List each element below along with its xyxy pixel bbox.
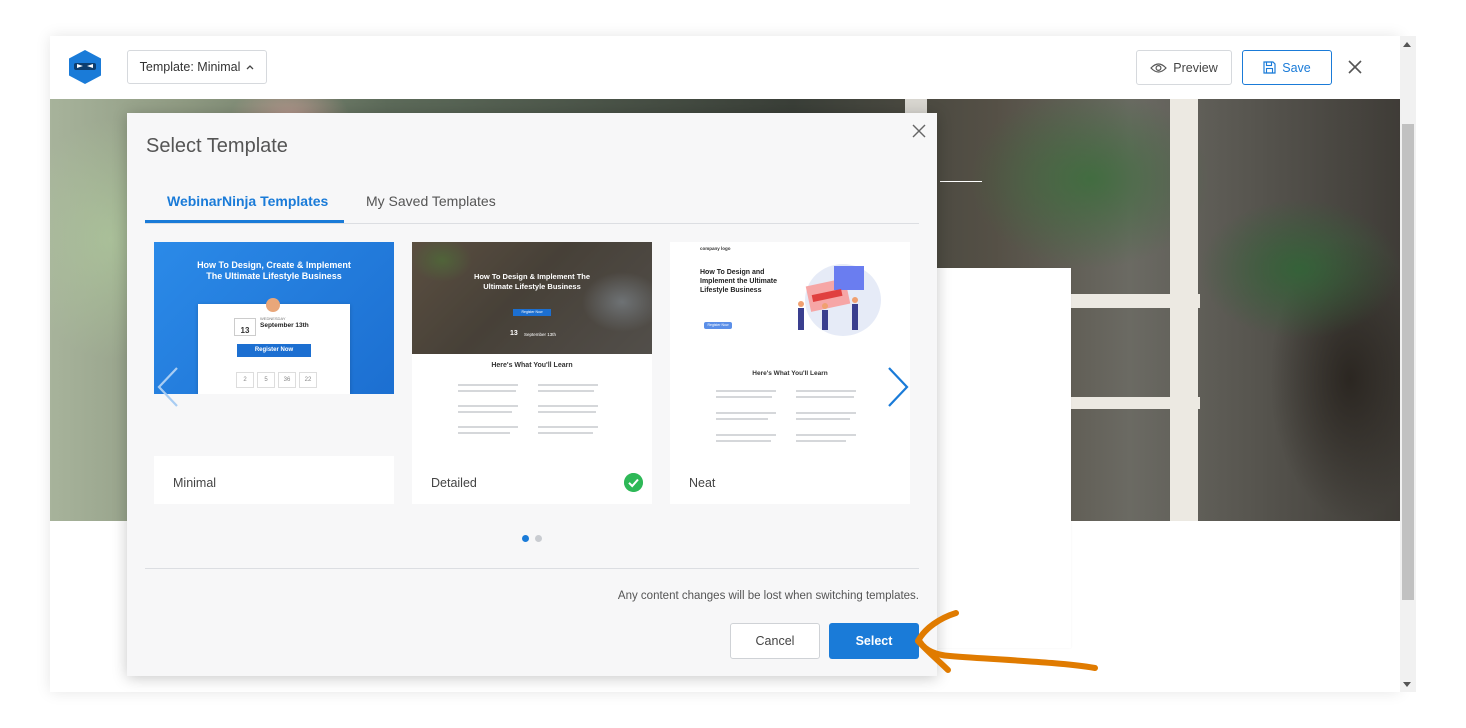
template-card-neat[interactable]: company logo How To Design and Implement… xyxy=(670,242,910,504)
chevron-right-icon[interactable] xyxy=(885,366,911,408)
preview-text-line xyxy=(716,418,768,420)
preview-text-line xyxy=(716,390,776,392)
preview-overlay xyxy=(412,242,652,354)
chevron-left-icon[interactable] xyxy=(155,366,181,408)
preview-section-title: Here's What You'll Learn xyxy=(491,362,573,369)
preview-day: 13 xyxy=(510,330,518,337)
pagination-dot[interactable] xyxy=(535,535,542,542)
preview-text-line xyxy=(716,440,771,442)
template-name: Neat xyxy=(689,476,716,490)
modal-title: Select Template xyxy=(146,135,288,157)
preview-text-line xyxy=(458,390,516,392)
illustration-icon xyxy=(798,264,881,336)
preview-text-line xyxy=(796,440,846,442)
countdown-cell: 36 xyxy=(278,372,296,388)
preview-text-line xyxy=(458,432,510,434)
active-tab-indicator xyxy=(145,220,344,223)
footer-divider xyxy=(145,568,919,569)
scroll-down-arrow-icon[interactable] xyxy=(1403,682,1411,687)
preview-text-line xyxy=(716,434,776,436)
eye-icon xyxy=(1150,62,1168,73)
countdown-cell: 5 xyxy=(257,372,275,388)
save-button[interactable]: Save xyxy=(1242,50,1332,85)
editor-toolbar: Template: Minimal Preview Save xyxy=(50,36,1400,99)
preview-logo: company logo xyxy=(700,246,731,251)
scroll-up-arrow-icon[interactable] xyxy=(1403,42,1411,47)
preview-headline: How To Design & Implement The Ultimate L… xyxy=(473,272,591,291)
preview-text-line xyxy=(538,411,596,413)
preview-text-line xyxy=(538,432,593,434)
preview-button[interactable]: Preview xyxy=(1136,50,1232,85)
preview-label: Preview xyxy=(1173,60,1218,75)
preview-headline: How To Design and Implement the Ultimate… xyxy=(700,269,778,294)
preview-register-button: Register Now xyxy=(704,322,732,329)
chevron-up-icon xyxy=(246,65,254,70)
preview-text-line xyxy=(716,396,772,398)
tab-my-saved-templates[interactable]: My Saved Templates xyxy=(366,193,496,209)
pagination-dot-active[interactable] xyxy=(522,535,529,542)
shelf-board xyxy=(1050,397,1200,409)
floppy-disk-icon xyxy=(1263,61,1276,74)
template-name: Minimal xyxy=(173,476,217,490)
preview-countdown: 2 5 36 22 xyxy=(236,372,317,388)
shelf-board xyxy=(1050,294,1200,308)
template-name: Detailed xyxy=(431,476,477,490)
preview-text-line xyxy=(716,412,776,414)
preview-text-line xyxy=(538,390,594,392)
decorative-line xyxy=(940,181,982,182)
preview-day: 13 xyxy=(234,318,256,336)
preview-register-button: Register Now xyxy=(237,344,311,357)
preview-text-line xyxy=(538,384,598,386)
template-preview-minimal: How To Design, Create & Implement The Ul… xyxy=(154,242,394,456)
template-preview-neat: company logo How To Design and Implement… xyxy=(670,242,910,456)
countdown-cell: 2 xyxy=(236,372,254,388)
preview-text-line xyxy=(538,426,598,428)
scrollbar-thumb[interactable] xyxy=(1402,124,1414,600)
check-circle-icon xyxy=(624,473,643,492)
preview-text-line xyxy=(796,434,856,436)
template-dropdown-button[interactable]: Template: Minimal xyxy=(127,50,267,84)
preview-headline: How To Design, Create & Implement The Ul… xyxy=(197,260,351,281)
preview-text-line xyxy=(796,390,856,392)
preview-section-title: Here's What You'll Learn xyxy=(752,370,828,377)
preview-weekday: WEDNESDAY xyxy=(260,316,286,321)
countdown-cell: 22 xyxy=(299,372,317,388)
preview-text-line xyxy=(796,396,854,398)
preview-register-button: Register Now xyxy=(513,309,551,316)
preview-text-line xyxy=(458,384,518,386)
preview-text-line xyxy=(458,405,518,407)
preview-text-line xyxy=(538,405,598,407)
template-dropdown-label: Template: Minimal xyxy=(139,60,241,74)
preview-text-line xyxy=(796,418,850,420)
select-button[interactable]: Select xyxy=(829,623,919,659)
preview-empty-area xyxy=(154,394,394,456)
preview-text-line xyxy=(458,426,518,428)
switch-warning-text: Any content changes will be lost when sw… xyxy=(617,590,919,602)
template-card-detailed[interactable]: How To Design & Implement The Ultimate L… xyxy=(412,242,652,504)
ninja-logo-icon[interactable] xyxy=(68,49,102,85)
cancel-button[interactable]: Cancel xyxy=(730,623,820,659)
close-icon[interactable] xyxy=(1346,58,1364,76)
select-template-modal: Select Template WebinarNinja Templates M… xyxy=(127,113,937,676)
pagination-dots xyxy=(522,529,548,547)
preview-text-line xyxy=(458,411,512,413)
save-label: Save xyxy=(1282,60,1311,75)
content-panel xyxy=(937,268,1071,648)
template-preview-detailed: How To Design & Implement The Ultimate L… xyxy=(412,242,652,456)
preview-date: September 13th xyxy=(524,332,557,337)
close-icon[interactable] xyxy=(912,124,926,138)
tab-webinarninja-templates[interactable]: WebinarNinja Templates xyxy=(167,193,328,209)
preview-date: September 13th xyxy=(260,322,309,329)
template-card-minimal[interactable]: How To Design, Create & Implement The Ul… xyxy=(154,242,394,504)
preview-text-line xyxy=(796,412,856,414)
avatar xyxy=(266,298,280,312)
template-tabs: WebinarNinja Templates My Saved Template… xyxy=(145,183,919,224)
shelf-post xyxy=(1170,99,1198,521)
